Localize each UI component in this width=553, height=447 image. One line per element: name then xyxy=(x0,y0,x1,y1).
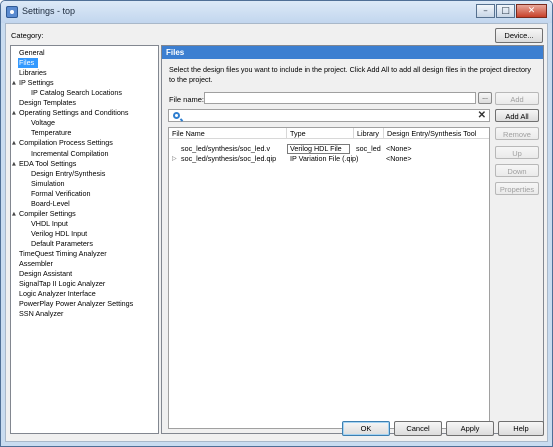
collapse-arrow-icon[interactable]: ▲ xyxy=(12,110,16,116)
file-name-input[interactable] xyxy=(204,92,476,104)
row-0-tool[interactable]: <None> xyxy=(386,144,412,154)
panel-description: Select the design files you want to incl… xyxy=(169,65,531,84)
tree-item[interactable]: SSN Analyzer xyxy=(19,309,63,319)
tree-item[interactable]: IP Settings xyxy=(19,78,54,88)
tree-item[interactable]: Design Entry/Synthesis xyxy=(31,169,105,179)
cancel-button[interactable]: Cancel xyxy=(394,421,442,436)
title-bar[interactable]: Settings - top – □ ✕ xyxy=(1,1,552,23)
tree-item[interactable]: IP Catalog Search Locations xyxy=(31,88,122,98)
collapse-arrow-icon[interactable]: ▲ xyxy=(12,161,16,167)
tree-item[interactable]: Formal Verification xyxy=(31,189,91,199)
tree-item[interactable]: Simulation xyxy=(31,179,65,189)
row-0-type[interactable]: Verilog HDL File xyxy=(287,144,350,154)
row-1-tool[interactable]: <None> xyxy=(386,154,412,164)
tree-item[interactable]: Voltage xyxy=(31,118,55,128)
expand-icon[interactable]: ▷ xyxy=(172,154,177,164)
close-button[interactable]: ✕ xyxy=(516,4,547,18)
minimize-button[interactable]: – xyxy=(476,4,495,18)
column-header-file-name[interactable]: File Name xyxy=(169,128,287,139)
file-name-label: File name: xyxy=(169,95,205,104)
tree-item[interactable]: Temperature xyxy=(31,128,71,138)
collapse-arrow-icon[interactable]: ▲ xyxy=(12,80,16,86)
category-label: Category: xyxy=(11,31,44,40)
device-button[interactable]: Device... xyxy=(495,28,543,43)
ok-button[interactable]: OK xyxy=(342,421,390,436)
collapse-arrow-icon[interactable]: ▲ xyxy=(12,140,16,146)
files-table: File Name Type Library Design Entry/Synt… xyxy=(168,127,490,429)
search-input[interactable]: ✕ xyxy=(168,109,490,122)
up-button[interactable]: Up xyxy=(495,146,539,159)
tree-item[interactable]: Incremental Compilation xyxy=(31,149,109,159)
properties-button[interactable]: Properties xyxy=(495,182,539,195)
add-button[interactable]: Add xyxy=(495,92,539,105)
tree-item[interactable]: PowerPlay Power Analyzer Settings xyxy=(19,299,133,309)
panel-header: Files xyxy=(162,46,543,59)
column-header-type[interactable]: Type xyxy=(287,128,354,139)
column-header-tool[interactable]: Design Entry/Synthesis Tool xyxy=(384,128,489,139)
dialog-content: Category: Device... General Files Librarie… xyxy=(5,23,548,442)
tree-item[interactable]: Assembler xyxy=(19,259,53,269)
tree-item[interactable]: Design Templates xyxy=(19,98,76,108)
tree-item[interactable]: SignalTap II Logic Analyzer xyxy=(19,279,105,289)
window-title: Settings - top xyxy=(22,6,76,16)
tree-item[interactable]: Compilation Process Settings xyxy=(19,138,113,148)
remove-button[interactable]: Remove xyxy=(495,127,539,140)
tree-item[interactable]: Design Assistant xyxy=(19,269,72,279)
tree-item[interactable]: General xyxy=(19,48,45,58)
row-1-file[interactable]: soc_led/synthesis/soc_led.qip xyxy=(181,154,276,164)
down-button[interactable]: Down xyxy=(495,164,539,177)
tree-item[interactable]: Operating Settings and Conditions xyxy=(19,108,128,118)
tree-item[interactable]: Default Parameters xyxy=(31,239,93,249)
row-0-file[interactable]: soc_led/synthesis/soc_led.v xyxy=(181,144,270,154)
search-icon xyxy=(173,112,180,119)
row-0-library[interactable]: soc_led xyxy=(356,144,381,154)
tree-item[interactable]: TimeQuest Timing Analyzer xyxy=(19,249,107,259)
clear-icon[interactable]: ✕ xyxy=(478,110,486,122)
browse-button[interactable]: ... xyxy=(478,92,492,104)
add-all-button[interactable]: Add All xyxy=(495,109,539,122)
files-panel: Files Select the design files you want t… xyxy=(161,45,544,434)
settings-window: Settings - top – □ ✕ Category: Device...… xyxy=(0,0,553,447)
tree-item[interactable]: EDA Tool Settings xyxy=(19,159,76,169)
collapse-arrow-icon[interactable]: ▲ xyxy=(12,211,16,217)
maximize-button[interactable]: □ xyxy=(496,4,515,18)
help-button[interactable]: Help xyxy=(498,421,544,436)
gear-icon xyxy=(6,6,18,18)
tree-item[interactable]: Logic Analyzer Interface xyxy=(19,289,96,299)
column-header-library[interactable]: Library xyxy=(354,128,384,139)
tree-item[interactable]: Verilog HDL Input xyxy=(31,229,87,239)
apply-button[interactable]: Apply xyxy=(446,421,494,436)
tree-item[interactable]: Libraries xyxy=(19,68,47,78)
tree-item[interactable]: Compiler Settings xyxy=(19,209,76,219)
tree-item[interactable]: Board-Level xyxy=(31,199,70,209)
category-tree[interactable]: General Files Libraries ▲ IP Settings IP Cata… xyxy=(10,45,159,434)
row-1-type[interactable]: IP Variation File (.qip) xyxy=(290,154,358,164)
tree-item[interactable]: VHDL Input xyxy=(31,219,68,229)
tree-item[interactable]: Files xyxy=(18,58,39,69)
